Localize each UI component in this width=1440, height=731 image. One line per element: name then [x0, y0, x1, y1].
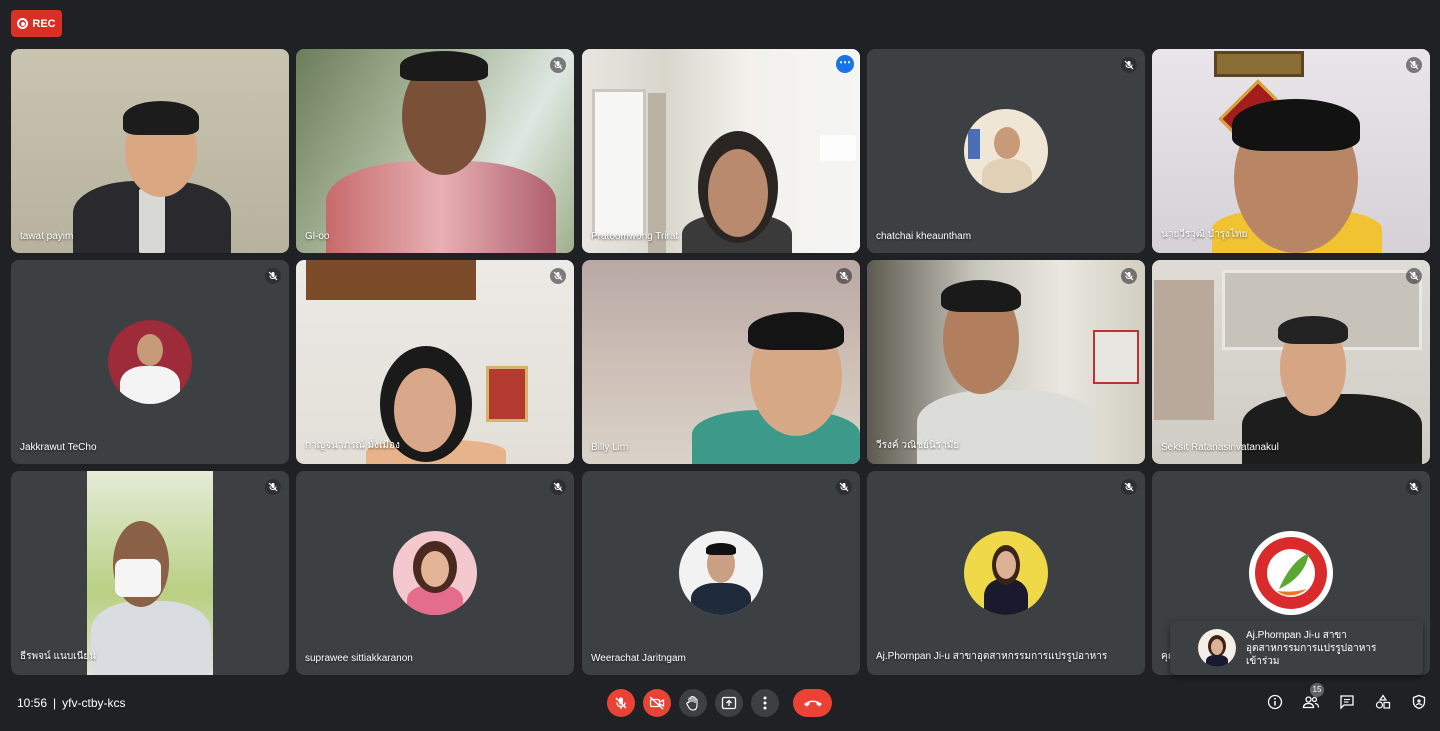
meeting-separator: | [53, 696, 57, 710]
mic-off-icon [1121, 57, 1137, 73]
participant-name: tawat payim [20, 231, 74, 242]
activities-button[interactable] [1374, 693, 1392, 711]
participant-avatar [108, 320, 192, 404]
mic-off-icon [1121, 479, 1137, 495]
info-icon [1267, 694, 1283, 710]
call-controls [607, 689, 832, 717]
people-icon [1302, 696, 1320, 709]
hand-icon [686, 695, 698, 711]
participant-tile[interactable]: tawat payim [11, 49, 289, 253]
mic-off-icon [1406, 479, 1422, 495]
microphone-toggle-button[interactable] [607, 689, 635, 717]
participant-tile[interactable]: Seksit Ratanasirivatanakul [1152, 260, 1430, 464]
participant-count-badge: 15 [1310, 683, 1324, 697]
participant-video [867, 260, 1145, 464]
notification-line: อุตสาหกรรมการแปรรูปอาหาร [1246, 642, 1377, 654]
participant-video [296, 49, 574, 253]
meeting-code[interactable]: yfv-ctby-kcs [62, 696, 125, 710]
participant-name: suprawee sittiakkaranon [305, 653, 413, 664]
recording-label: REC [32, 17, 56, 30]
record-icon [17, 18, 29, 29]
shield-icon [1412, 694, 1426, 710]
participant-tile[interactable]: กาญจนาภรณ์ มั่งเมือง [296, 260, 574, 464]
notification-line: Aj.Phornpan Ji-u สาขา [1246, 629, 1347, 641]
end-call-button[interactable] [793, 689, 832, 717]
participant-video [11, 49, 289, 253]
participant-video [87, 471, 213, 675]
mic-off-icon [1121, 268, 1137, 284]
more-options-button[interactable] [751, 689, 779, 717]
participant-name: Pratoomwong Trirat [591, 231, 679, 242]
participant-name: นายวีรวุฒิ บำรุงไทย [1161, 229, 1248, 240]
meeting-details-button[interactable] [1266, 693, 1284, 711]
chat-icon [1340, 695, 1354, 710]
participant-tile[interactable]: Jakkrawut TeCho [11, 260, 289, 464]
participant-tile-active[interactable]: Pratoomwong Trirat ⋯ [582, 49, 860, 253]
participant-name: ธีรพจน์ แนบเนียน [20, 651, 97, 662]
more-options-icon[interactable]: ⋯ [836, 55, 854, 73]
participant-name: Aj.Phornpan Ji-u สาขาอุตสาหกรรมการแปรรูป… [876, 651, 1108, 662]
notification-line: เข้าร่วม [1246, 655, 1280, 667]
participant-video [582, 260, 860, 464]
recording-indicator: REC [11, 10, 62, 37]
meeting-info: 10:56 | yfv-ctby-kcs [17, 696, 126, 710]
hang-up-icon [803, 700, 822, 707]
participant-avatar [964, 531, 1048, 615]
participant-tile[interactable]: Weerachat Jaritngam [582, 471, 860, 675]
mic-off-icon [265, 479, 281, 495]
participant-video [1152, 49, 1430, 253]
mic-off-icon [550, 57, 566, 73]
organization-logo-icon [1255, 537, 1327, 609]
participant-name: กาญจนาภรณ์ มั่งเมือง [305, 440, 400, 451]
participant-tile[interactable]: นายวีรวุฒิ บำรุงไทย [1152, 49, 1430, 253]
participant-name: วีรงค์ วณิชย์นิรามัย [876, 440, 960, 451]
bottom-toolbar: 10:56 | yfv-ctby-kcs 15 [0, 679, 1440, 731]
participant-avatar [1249, 531, 1333, 615]
mic-off-icon [836, 479, 852, 495]
participant-tile[interactable]: Aj.Phornpan Ji-u สาขาอุตสาหกรรมการแปรรูป… [867, 471, 1145, 675]
activities-icon [1375, 694, 1391, 709]
participant-tile[interactable]: suprawee sittiakkaranon [296, 471, 574, 675]
camera-off-icon [649, 696, 665, 710]
participant-avatar [679, 531, 763, 615]
mic-off-icon [550, 479, 566, 495]
participant-tile[interactable]: ธีรพจน์ แนบเนียน [11, 471, 289, 675]
mic-off-icon [1406, 268, 1422, 284]
meeting-time: 10:56 [17, 696, 48, 710]
side-panel-controls: 15 [1266, 683, 1428, 711]
raise-hand-button[interactable] [679, 689, 707, 717]
mic-off-icon [836, 268, 852, 284]
participant-name: Jakkrawut TeCho [20, 442, 97, 453]
notification-text: Aj.Phornpan Ji-u สาขา อุตสาหกรรมการแปรรู… [1246, 629, 1376, 668]
present-screen-button[interactable] [715, 689, 743, 717]
mic-off-icon [265, 268, 281, 284]
notification-avatar [1198, 629, 1236, 667]
participant-name: Seksit Ratanasirivatanakul [1161, 442, 1279, 453]
participant-name: Weerachat Jaritngam [591, 653, 686, 664]
host-controls-button[interactable] [1410, 693, 1428, 711]
participant-tile[interactable]: chatchai kheauntham [867, 49, 1145, 253]
participant-avatar [964, 109, 1048, 193]
participant-name: chatchai kheauntham [876, 231, 972, 242]
mic-off-icon [1406, 57, 1422, 73]
participant-video [296, 260, 574, 464]
participant-video [1152, 260, 1430, 464]
participant-grid: tawat payim Gl-oo Pratoomwong Trirat ⋯ c… [11, 49, 1430, 675]
participant-tile[interactable]: วีรงค์ วณิชย์นิรามัย [867, 260, 1145, 464]
camera-toggle-button[interactable] [643, 689, 671, 717]
mic-off-icon [615, 697, 627, 709]
participant-video [582, 49, 860, 253]
participant-name: Billy Lim [591, 442, 629, 453]
participant-tile[interactable]: Billy Lim [582, 260, 860, 464]
participant-tile[interactable]: Gl-oo [296, 49, 574, 253]
participant-avatar [393, 531, 477, 615]
mic-off-icon [550, 268, 566, 284]
participant-name: Gl-oo [305, 231, 330, 242]
present-icon [721, 696, 737, 710]
more-vert-icon [763, 696, 767, 710]
people-button[interactable]: 15 [1302, 683, 1324, 711]
join-notification[interactable]: Aj.Phornpan Ji-u สาขา อุตสาหกรรมการแปรรู… [1170, 621, 1423, 675]
chat-button[interactable] [1338, 693, 1356, 711]
